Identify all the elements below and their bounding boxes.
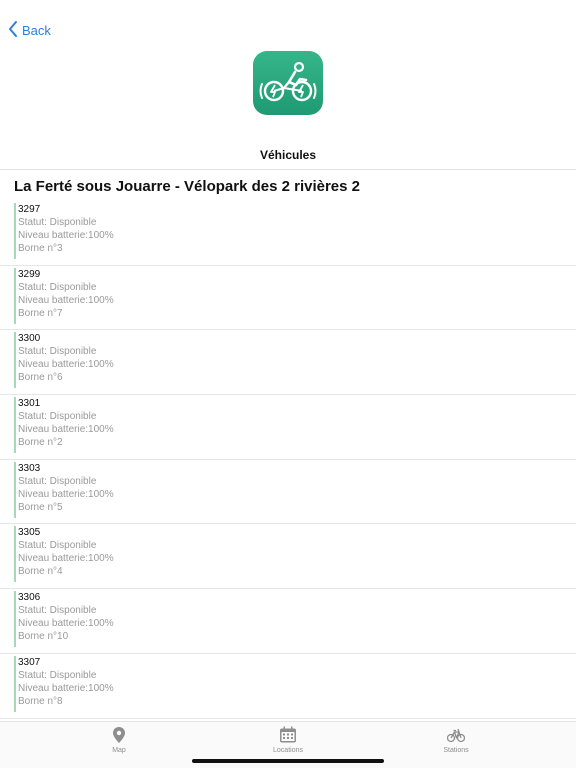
list-item[interactable]: 3306 Statut: Disponible Niveau batterie:… — [0, 589, 576, 654]
tab-locations-label: Locations — [273, 747, 303, 754]
vehicle-status: Statut: Disponible — [18, 669, 97, 681]
vehicle-battery: Niveau batterie:100% — [18, 682, 114, 694]
electric-bike-icon — [253, 51, 323, 115]
vehicle-list: 3297 Statut: Disponible Niveau batterie:… — [0, 201, 576, 727]
tab-map[interactable]: Map — [89, 726, 149, 754]
tab-stations[interactable]: Stations — [426, 726, 486, 754]
list-item[interactable]: 3300 Statut: Disponible Niveau batterie:… — [0, 330, 576, 396]
tab-stations-label: Stations — [443, 747, 469, 754]
vehicle-status: Statut: Disponible — [18, 281, 97, 293]
back-button[interactable]: Back — [8, 20, 51, 40]
home-indicator — [192, 759, 384, 763]
status-bar — [14, 397, 16, 454]
vehicle-dock: Borne n°5 — [18, 501, 63, 513]
vehicle-status: Statut: Disponible — [18, 605, 97, 617]
map-pin-icon — [89, 726, 149, 744]
vehicle-battery: Niveau batterie:100% — [18, 618, 114, 630]
vehicle-dock: Borne n°10 — [18, 631, 69, 643]
vehicle-battery: Niveau batterie:100% — [18, 359, 114, 371]
vehicle-id: 3301 — [18, 398, 41, 410]
list-item[interactable]: 3307 Statut: Disponible Niveau batterie:… — [0, 654, 576, 719]
calendar-icon — [258, 726, 318, 744]
vehicle-status: Statut: Disponible — [18, 411, 97, 423]
vehicle-id: 3305 — [18, 527, 41, 539]
back-label: Back — [22, 22, 51, 38]
vehicle-battery: Niveau batterie:100% — [18, 294, 114, 306]
tab-locations[interactable]: Locations — [258, 726, 318, 754]
status-bar — [14, 203, 16, 259]
vehicle-dock: Borne n°6 — [18, 372, 63, 384]
status-bar — [14, 332, 16, 389]
list-item[interactable]: 3305 Statut: Disponible Niveau batterie:… — [0, 524, 576, 590]
chevron-left-icon — [8, 20, 18, 40]
vehicle-dock: Borne n°8 — [18, 695, 63, 707]
status-bar — [14, 591, 16, 648]
vehicle-id: 3303 — [18, 462, 41, 474]
status-bar — [14, 655, 16, 712]
vehicle-id: 3306 — [18, 592, 41, 604]
bicycle-icon — [426, 726, 486, 744]
page-title: Véhicules — [259, 148, 317, 162]
status-bar — [14, 267, 16, 324]
vehicle-id: 3300 — [18, 333, 41, 345]
vehicle-id: 3297 — [18, 204, 41, 215]
vehicle-battery: Niveau batterie:100% — [18, 230, 114, 241]
station-name: La Ferté sous Jouarre - Vélopark des 2 r… — [14, 178, 360, 195]
vehicle-dock: Borne n°7 — [18, 307, 63, 319]
vehicle-status: Statut: Disponible — [18, 217, 97, 228]
vehicle-id: 3307 — [18, 656, 41, 668]
tab-map-label: Map — [112, 747, 126, 754]
vehicle-status: Statut: Disponible — [18, 475, 97, 487]
list-item[interactable]: 3297 Statut: Disponible Niveau batterie:… — [0, 201, 576, 266]
list-item[interactable]: 3299 Statut: Disponible Niveau batterie:… — [0, 266, 576, 331]
vehicle-battery: Niveau batterie:100% — [18, 488, 114, 500]
status-bar — [14, 461, 16, 518]
vehicle-battery: Niveau batterie:100% — [18, 553, 114, 565]
vehicle-status: Statut: Disponible — [18, 540, 97, 552]
list-item[interactable]: 3301 Statut: Disponible Niveau batterie:… — [0, 395, 576, 460]
vehicle-status: Statut: Disponible — [18, 346, 97, 358]
vehicle-id: 3299 — [18, 268, 41, 280]
vehicle-dock: Borne n°3 — [18, 243, 63, 254]
vehicle-dock: Borne n°2 — [18, 437, 63, 449]
vehicle-dock: Borne n°4 — [18, 566, 63, 578]
header-divider — [0, 169, 576, 170]
vehicle-battery: Niveau batterie:100% — [18, 424, 114, 436]
status-bar — [14, 526, 16, 583]
list-item[interactable]: 3303 Statut: Disponible Niveau batterie:… — [0, 460, 576, 525]
